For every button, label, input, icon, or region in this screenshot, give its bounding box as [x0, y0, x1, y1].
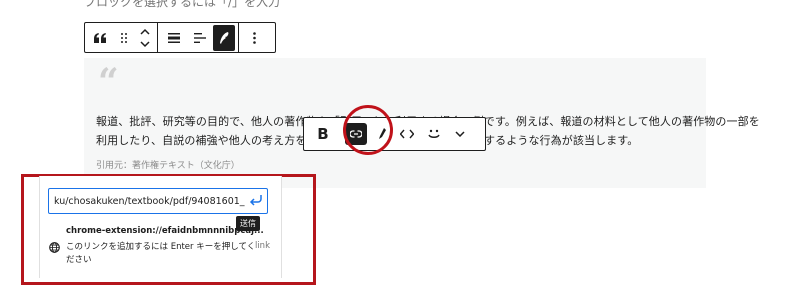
block-toolbar	[84, 22, 276, 53]
more-chevron-icon[interactable]	[447, 120, 473, 148]
suggestion-url: chrome-extension://efaidnbmnnnibpcaj...	[66, 226, 264, 236]
block-type-group	[85, 23, 157, 52]
format-toolbar: B	[303, 117, 486, 151]
quote-citation[interactable]: 引用元：著作権テキスト（文化庁）	[96, 158, 240, 171]
bold-button[interactable]: B	[308, 120, 338, 148]
align-left-icon[interactable]	[187, 25, 213, 51]
emoji-icon[interactable]	[421, 120, 447, 148]
submit-icon[interactable]	[248, 192, 264, 208]
link-suggestion[interactable]: chrome-extension://efaidnbmnnnibpcaj... …	[46, 224, 276, 270]
suggestion-type: link	[254, 241, 270, 251]
block-hint-text: ブロックを選択するには「/」を入力	[84, 0, 281, 9]
quote-mark-icon: “	[98, 61, 119, 103]
quote-block-icon[interactable]	[85, 25, 115, 51]
move-up-down-icon[interactable]	[133, 25, 157, 51]
more-options-icon[interactable]	[239, 25, 269, 51]
code-icon[interactable]	[393, 120, 421, 148]
align-center-icon[interactable]	[161, 25, 187, 51]
drag-handle-icon[interactable]	[115, 25, 133, 51]
link-highlight-circle	[343, 105, 393, 155]
alignment-group	[158, 23, 238, 52]
globe-icon	[49, 238, 60, 253]
style-plain-icon[interactable]	[213, 24, 235, 51]
suggestion-help-text: このリンクを追加するには Enter キーを押してください	[66, 242, 256, 265]
url-input[interactable]	[48, 188, 268, 214]
